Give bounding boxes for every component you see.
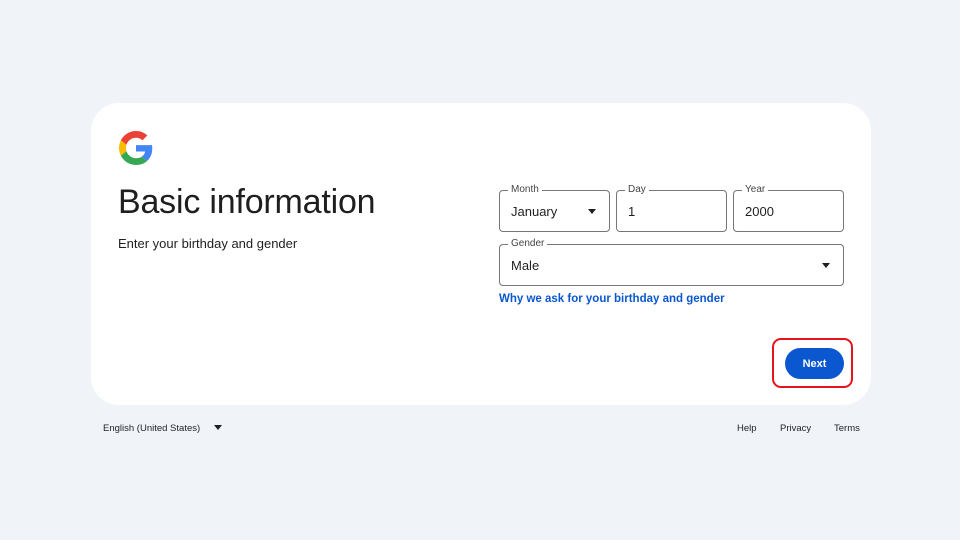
language-selector[interactable]: English (United States) bbox=[103, 423, 222, 434]
gender-label: Gender bbox=[508, 238, 548, 250]
google-logo bbox=[119, 131, 153, 165]
page-subtitle: Enter your birthday and gender bbox=[118, 236, 298, 251]
month-value: January bbox=[511, 204, 558, 219]
day-value: 1 bbox=[628, 204, 636, 219]
year-label: Year bbox=[742, 184, 769, 196]
chevron-down-icon bbox=[213, 425, 222, 430]
month-label: Month bbox=[508, 184, 542, 196]
day-field[interactable]: Day 1 bbox=[616, 184, 727, 232]
chevron-down-icon bbox=[822, 263, 830, 268]
help-link[interactable]: Help bbox=[737, 423, 757, 434]
gender-value: Male bbox=[511, 258, 540, 273]
page-title: Basic information bbox=[118, 183, 376, 221]
privacy-link[interactable]: Privacy bbox=[780, 423, 811, 434]
year-value: 2000 bbox=[745, 204, 774, 219]
year-field[interactable]: Year 2000 bbox=[733, 184, 844, 232]
why-we-ask-link[interactable]: Why we ask for your birthday and gender bbox=[499, 293, 725, 305]
signup-card: Basic information Enter your birthday an… bbox=[91, 103, 871, 405]
language-label: English (United States) bbox=[103, 423, 201, 434]
terms-link[interactable]: Terms bbox=[834, 423, 860, 434]
chevron-down-icon bbox=[588, 209, 596, 214]
month-select[interactable]: Month January bbox=[499, 184, 610, 232]
gender-select[interactable]: Gender Male bbox=[499, 238, 844, 286]
next-button[interactable]: Next bbox=[785, 348, 844, 379]
day-label: Day bbox=[625, 184, 649, 196]
